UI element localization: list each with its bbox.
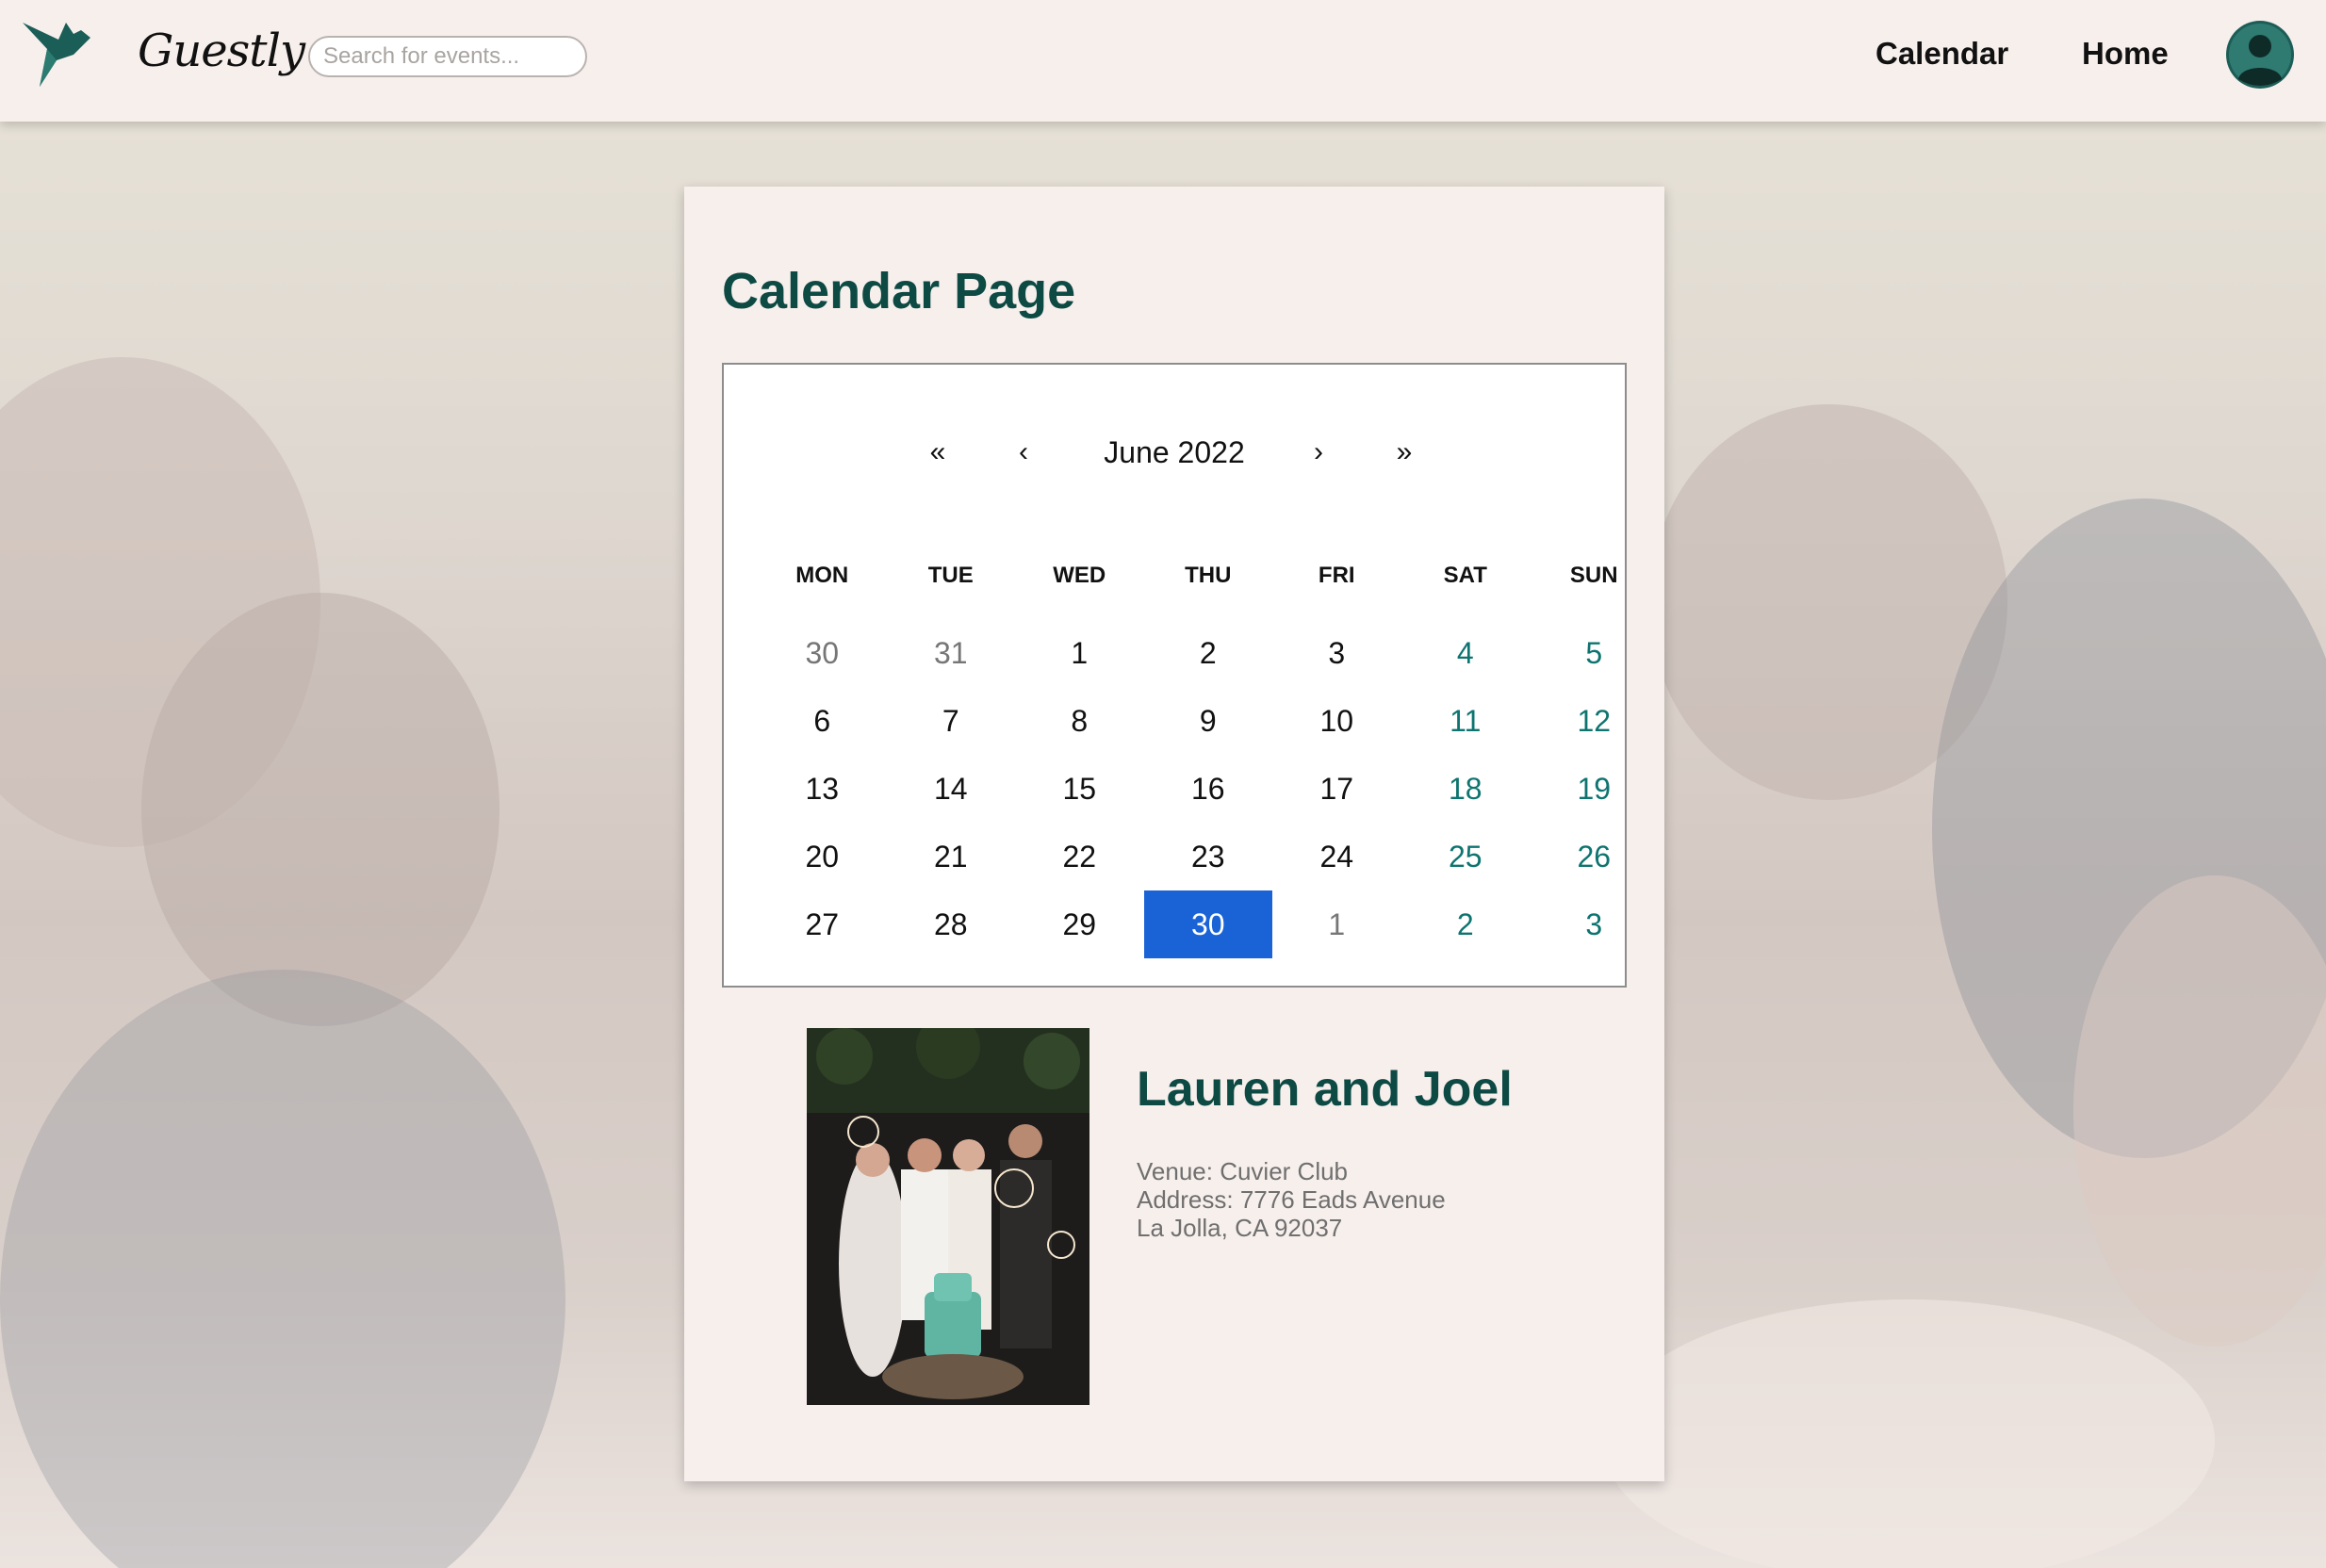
calendar-day[interactable]: 13 — [758, 755, 887, 823]
calendar-prev-year-button[interactable]: « — [905, 421, 971, 483]
user-avatar-icon[interactable] — [2226, 21, 2294, 89]
calendar-day[interactable]: 23 — [1144, 823, 1273, 890]
weekday-label: THU — [1185, 563, 1232, 588]
bird-logo-icon[interactable] — [19, 17, 94, 90]
calendar-day[interactable]: 2 — [1144, 619, 1273, 687]
calendar-day[interactable]: 22 — [1015, 823, 1144, 890]
calendar-day[interactable]: 26 — [1530, 823, 1659, 890]
calendar-day[interactable]: 2 — [1401, 890, 1531, 958]
calendar-day[interactable]: 8 — [1015, 687, 1144, 755]
weekday-label: WED — [1053, 563, 1106, 588]
nav-link-calendar[interactable]: Calendar — [1876, 36, 2008, 72]
calendar-day[interactable]: 3 — [1530, 890, 1659, 958]
weekday-label: TUE — [927, 563, 974, 588]
calendar-day[interactable]: 28 — [887, 890, 1016, 958]
event-address: Address: 7776 Eads Avenue — [1137, 1185, 1446, 1214]
calendar-day[interactable]: 18 — [1401, 755, 1531, 823]
calendar-day[interactable]: 12 — [1530, 687, 1659, 755]
search-input[interactable] — [308, 36, 587, 77]
calendar-day[interactable]: 21 — [887, 823, 1016, 890]
page-title: Calendar Page — [722, 263, 1076, 319]
event-city: La Jolla, CA 92037 — [1137, 1214, 1343, 1242]
calendar-weekday-header: MON TUE WED THU FRI SAT SUN — [758, 563, 1659, 589]
calendar-day[interactable]: 15 — [1015, 755, 1144, 823]
event-title[interactable]: Lauren and Joel — [1137, 1061, 1513, 1118]
calendar-days-grid: 30 31 1 2 3 4 5 6 7 8 9 10 11 12 13 14 1… — [758, 619, 1659, 958]
calendar-day[interactable]: 19 — [1530, 755, 1659, 823]
calendar-day[interactable]: 3 — [1272, 619, 1401, 687]
calendar-day[interactable]: 4 — [1401, 619, 1531, 687]
calendar-day[interactable]: 14 — [887, 755, 1016, 823]
calendar-day[interactable]: 16 — [1144, 755, 1273, 823]
weekday-label: FRI — [1318, 563, 1355, 588]
calendar-month-label[interactable]: June 2022 — [1065, 421, 1284, 483]
calendar-day[interactable]: 1 — [1015, 619, 1144, 687]
calendar-day-selected[interactable]: 30 — [1143, 890, 1272, 958]
wedding-photo[interactable] — [807, 1028, 1089, 1405]
calendar-day[interactable]: 25 — [1401, 823, 1531, 890]
calendar-day[interactable]: 24 — [1272, 823, 1401, 890]
weekday-label: SAT — [1443, 563, 1487, 588]
calendar-day[interactable]: 31 — [887, 619, 1016, 687]
calendar-day[interactable]: 29 — [1015, 890, 1144, 958]
event-details: Venue: Cuvier Club Address: 7776 Eads Av… — [1137, 1157, 1446, 1242]
calendar-day[interactable]: 17 — [1272, 755, 1401, 823]
calendar-day[interactable]: 7 — [887, 687, 1016, 755]
calendar-day[interactable]: 30 — [758, 619, 887, 687]
top-navbar: Guestly Calendar Home — [0, 0, 2326, 122]
calendar-day[interactable]: 20 — [758, 823, 887, 890]
calendar-day[interactable]: 10 — [1272, 687, 1401, 755]
calendar-next-year-button[interactable]: » — [1371, 421, 1437, 483]
nav-link-home[interactable]: Home — [2082, 36, 2169, 72]
brand-name[interactable]: Guestly — [138, 24, 305, 77]
calendar-day[interactable]: 27 — [758, 890, 887, 958]
weekday-label: SUN — [1569, 563, 1618, 588]
calendar-card: Calendar Page « ‹ June 2022 › » MON TUE … — [684, 187, 1664, 1481]
weekday-label: MON — [795, 563, 849, 588]
calendar-day[interactable]: 1 — [1272, 890, 1401, 958]
calendar-day[interactable]: 9 — [1144, 687, 1273, 755]
calendar-prev-month-button[interactable]: ‹ — [991, 421, 1057, 483]
calendar-day[interactable]: 5 — [1530, 619, 1659, 687]
calendar-day[interactable]: 6 — [758, 687, 887, 755]
event-venue: Venue: Cuvier Club — [1137, 1157, 1349, 1185]
calendar-widget: « ‹ June 2022 › » MON TUE WED THU FRI SA… — [722, 363, 1627, 988]
calendar-next-month-button[interactable]: › — [1286, 421, 1351, 483]
calendar-day[interactable]: 11 — [1401, 687, 1531, 755]
